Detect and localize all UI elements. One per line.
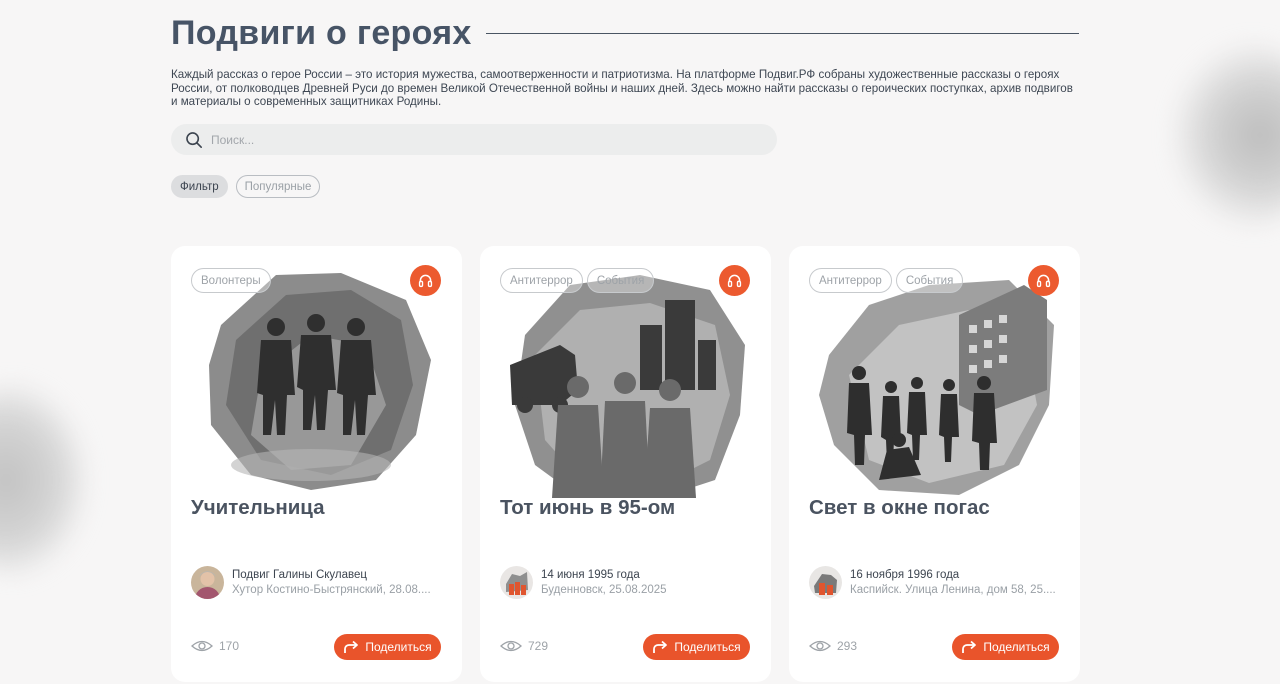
share-icon — [653, 640, 668, 653]
card-subtitle: 16 ноября 1996 года — [850, 569, 960, 581]
eye-icon — [500, 640, 522, 652]
filter-button[interactable]: Фильтр — [171, 175, 228, 198]
popular-filter-button[interactable]: Популярные — [235, 175, 321, 198]
headphones-icon — [418, 274, 433, 288]
card-subtitle: 14 июня 1995 года — [541, 569, 640, 581]
story-cards: Волонтеры Учительница Подвиг Галины Скул… — [171, 246, 1080, 682]
card-title[interactable]: Свет в окне погас — [809, 496, 990, 520]
story-card[interactable]: Волонтеры Учительница Подвиг Галины Скул… — [171, 246, 462, 682]
share-label: Поделиться — [674, 640, 741, 654]
view-count: 293 — [809, 638, 857, 654]
headphones-icon — [1036, 274, 1051, 288]
card-meta: Подвиг Галины Скулавец Хутор Костино-Быс… — [191, 566, 447, 599]
share-button[interactable]: Поделиться — [643, 634, 750, 660]
search-input[interactable] — [211, 132, 731, 147]
audio-button[interactable] — [719, 265, 750, 296]
story-card[interactable]: Антитеррор События Тот июнь в 95-ом 14 и… — [480, 246, 771, 682]
card-subtitle: Подвиг Галины Скулавец — [232, 569, 367, 581]
page-intro: Каждый рассказ о герое России – это исто… — [171, 68, 1073, 108]
decorative-smoke-left — [0, 380, 90, 580]
card-tags: Антитеррор События — [500, 268, 655, 293]
tag-chip[interactable]: Антитеррор — [809, 268, 892, 293]
card-title[interactable]: Тот июнь в 95-ом — [500, 496, 675, 520]
card-location-date: Хутор Костино-Быстрянский, 28.08.... — [232, 584, 431, 596]
view-count-value: 729 — [528, 639, 549, 653]
filter-chips: Фильтр Популярные — [171, 175, 321, 198]
card-location-date: Каспийск. Улица Ленина, дом 58, 25.... — [850, 584, 1056, 596]
decorative-smoke-right — [1170, 40, 1280, 230]
audio-button[interactable] — [410, 265, 441, 296]
tag-chip[interactable]: События — [586, 268, 655, 293]
page-header: Подвиги о героях — [171, 12, 1079, 54]
share-label: Поделиться — [365, 640, 432, 654]
search-icon — [186, 131, 203, 148]
card-illustration — [510, 275, 745, 498]
card-illustration — [819, 280, 1054, 495]
eye-icon — [191, 640, 213, 652]
card-tags: Антитеррор События — [809, 268, 964, 293]
share-icon — [962, 640, 977, 653]
tag-chip[interactable]: Волонтеры — [191, 268, 271, 293]
view-count: 170 — [191, 638, 239, 654]
avatar — [809, 566, 842, 599]
story-card[interactable]: Антитеррор События Свет в окне погас 16 … — [789, 246, 1080, 682]
eye-icon — [809, 640, 831, 652]
share-button[interactable]: Поделиться — [334, 634, 441, 660]
view-count-value: 293 — [837, 639, 858, 653]
share-button[interactable]: Поделиться — [952, 634, 1059, 660]
share-icon — [344, 640, 359, 653]
search-bar[interactable] — [171, 124, 777, 155]
card-meta: 14 июня 1995 года Буденновск, 25.08.2025 — [500, 566, 756, 599]
avatar — [500, 566, 533, 599]
card-tags: Волонтеры — [191, 268, 271, 293]
share-label: Поделиться — [983, 640, 1050, 654]
title-divider — [485, 32, 1079, 34]
avatar — [191, 566, 224, 599]
tag-chip[interactable]: Антитеррор — [500, 268, 583, 293]
tag-chip[interactable]: События — [895, 268, 964, 293]
audio-button[interactable] — [1028, 265, 1059, 296]
page-title: Подвиги о героях — [171, 13, 472, 52]
card-meta: 16 ноября 1996 года Каспийск. Улица Лени… — [809, 566, 1065, 599]
card-illustration — [209, 273, 431, 490]
view-count-value: 170 — [219, 639, 240, 653]
view-count: 729 — [500, 638, 548, 654]
card-title[interactable]: Учительница — [191, 496, 325, 520]
card-location-date: Буденновск, 25.08.2025 — [541, 584, 667, 596]
headphones-icon — [727, 274, 742, 288]
